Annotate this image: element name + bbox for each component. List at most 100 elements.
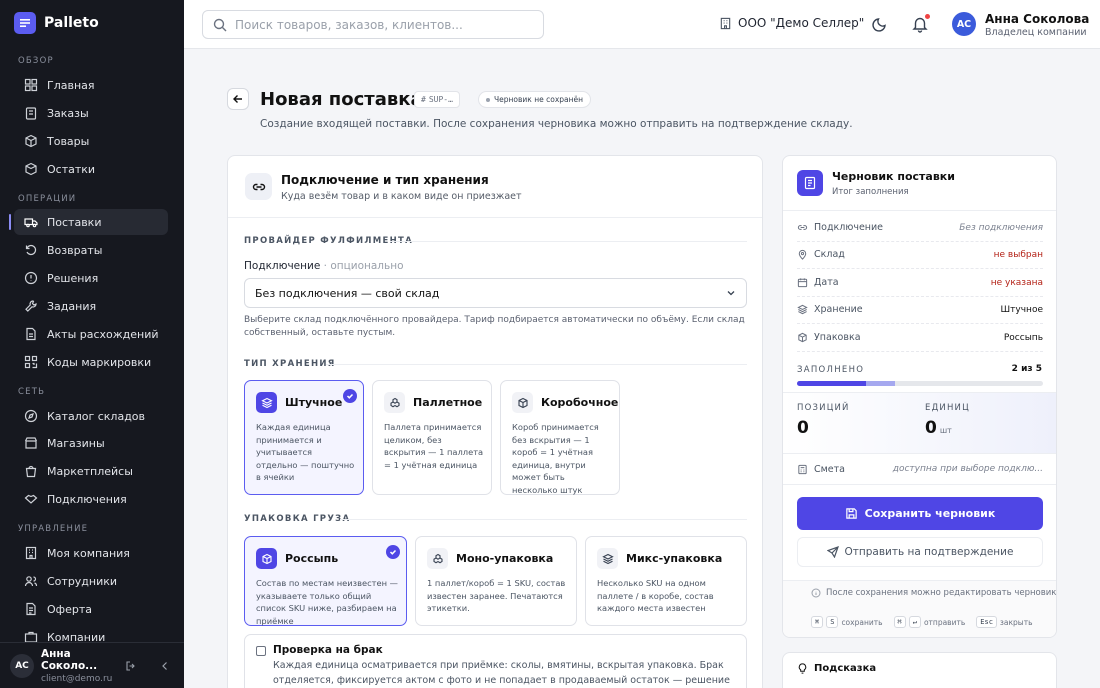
sidebar-item-products[interactable]: Товары — [14, 128, 168, 154]
sidebar-item-stores[interactable]: Магазины — [14, 430, 168, 456]
key-cmd: ⌘ — [811, 616, 824, 628]
positions-label: ПОЗИЦИЙ — [797, 403, 850, 413]
page-subtitle: Создание входящей поставки. После сохран… — [260, 118, 853, 130]
card-subtitle: Куда везём товар и в каком виде он приез… — [281, 191, 522, 202]
package-icon — [25, 162, 37, 176]
sidebar-item-marking-codes[interactable]: Коды маркировки — [14, 349, 168, 375]
divider — [390, 241, 747, 242]
summary-row-warehouse: Склад не выбран — [797, 241, 1043, 269]
summary-row-label: Дата — [814, 277, 839, 288]
brand[interactable]: Palleto — [14, 12, 99, 34]
units-unit: шт — [939, 426, 952, 435]
summary-row-packing: Упаковка Россыпь — [797, 324, 1043, 352]
section-label: УПРАВЛЕНИЕ — [18, 524, 89, 534]
map-pin-icon — [798, 249, 807, 260]
progress-fill-soft — [866, 381, 895, 386]
notifications-button[interactable] — [911, 14, 930, 33]
wrench-icon — [25, 300, 37, 312]
send-label: Отправить на подтверждение — [844, 546, 1014, 558]
send-icon — [826, 546, 839, 558]
send-for-approval-button[interactable]: Отправить на подтверждение — [797, 537, 1043, 567]
sidebar-item-decisions[interactable]: Решения — [14, 265, 168, 291]
avatar[interactable]: AC — [952, 12, 976, 36]
sidebar-item-stock[interactable]: Остатки — [14, 156, 168, 182]
hint-card: Подсказка — [782, 652, 1057, 688]
sidebar-item-discrepancies[interactable]: Акты расхождений — [14, 321, 168, 347]
connection-select[interactable]: Без подключения — свой склад — [244, 278, 747, 308]
calendar-icon — [797, 278, 808, 288]
sidebar-item-marketplaces[interactable]: Маркетплейсы — [14, 458, 168, 484]
divider — [326, 364, 747, 365]
collapse-icon[interactable] — [159, 660, 171, 672]
sidebar-item-label: Задания — [47, 299, 97, 313]
sidebar-item-supplies[interactable]: Поставки — [9, 209, 168, 235]
section-label: ТИП ХРАНЕНИЯ — [244, 359, 336, 369]
logout-icon[interactable] — [125, 660, 137, 672]
supply-code: SUP-… — [428, 95, 453, 104]
units-total: 0 шт — [925, 418, 952, 438]
packing-option-mix[interactable]: Микс-упаковка Несколько SKU на одном пал… — [585, 536, 747, 626]
sidebar-item-returns[interactable]: Возвраты — [14, 237, 168, 263]
clipboard-icon — [25, 107, 37, 120]
search-box — [202, 10, 544, 39]
sidebar-item-offer[interactable]: Оферта — [14, 596, 168, 622]
handshake-icon — [24, 494, 38, 504]
layers-icon — [797, 304, 808, 315]
summary-subtitle: Итог заполнения — [832, 187, 909, 197]
moon-icon[interactable] — [871, 15, 889, 33]
sidebar-item-warehouse-catalog[interactable]: Каталог складов — [14, 403, 168, 429]
sidebar-item-tasks[interactable]: Задания — [14, 293, 168, 319]
progress-fill — [797, 381, 866, 386]
summary-row-storage: Хранение Штучное — [797, 296, 1043, 324]
save-draft-label: Сохранить черновик — [864, 507, 996, 520]
supply-code-badge: # SUP-… — [414, 91, 460, 108]
connection-storage-card: Подключение и тип хранения Куда везём то… — [227, 155, 763, 688]
key-cmd: ⌘ — [893, 616, 906, 628]
status-text: Черновик не сохранён — [494, 95, 584, 104]
shortcut-label: отправить — [923, 617, 966, 627]
check-icon — [343, 389, 357, 403]
user-name[interactable]: Анна Соколова — [985, 12, 1089, 26]
save-draft-button[interactable]: Сохранить черновик — [797, 497, 1043, 530]
sidebar-item-orders[interactable]: Заказы — [14, 100, 168, 126]
quality-check-option[interactable]: Проверка на брак Каждая единица осматрив… — [244, 634, 747, 688]
option-description: Паллета принимается целиком, без вскрыти… — [384, 422, 484, 470]
summary-row-label: Подключение — [814, 222, 884, 233]
save-note: После сохранения можно редактировать чер… — [811, 588, 1056, 598]
storage-option-piece[interactable]: Штучное Каждая единица принимается и учи… — [244, 380, 364, 495]
storage-option-pallet[interactable]: Паллетное Паллета принимается целиком, б… — [372, 380, 492, 495]
connection-label-text: Подключение — [244, 260, 321, 272]
qr-code-icon — [24, 355, 38, 369]
search-input[interactable] — [235, 17, 525, 32]
summary-row-value: Россыпь — [1003, 332, 1043, 343]
connection-optional-text: · опционально — [323, 260, 404, 272]
sidebar-user-email: client@demo.ru — [41, 673, 113, 684]
sidebar-item-label: Моя компания — [47, 546, 130, 560]
receipt-icon — [797, 170, 823, 196]
packing-option-mono[interactable]: Моно-упаковка 1 паллет/короб = 1 SKU, со… — [415, 536, 577, 626]
sidebar-item-connections[interactable]: Подключения — [14, 486, 168, 512]
sidebar-item-label: Магазины — [47, 436, 105, 450]
estimate-value: доступна при выборе подклю... — [892, 464, 1043, 474]
divider — [340, 519, 747, 520]
sidebar-item-my-company[interactable]: Моя компания — [14, 540, 168, 566]
org-switcher[interactable]: ООО "Демо Селлер" — [719, 16, 864, 30]
quality-check-checkbox[interactable] — [256, 646, 266, 656]
calculator-icon — [798, 464, 807, 474]
sidebar-item-employees[interactable]: Сотрудники — [14, 568, 168, 594]
option-title: Россыпь — [285, 552, 339, 565]
back-button[interactable] — [227, 88, 249, 110]
sidebar-item-home[interactable]: Главная — [14, 72, 168, 98]
packing-option-bulk[interactable]: Россыпь Состав по местам неизвестен — ук… — [244, 536, 407, 626]
return-icon — [25, 244, 37, 256]
avatar[interactable]: AC — [10, 653, 34, 678]
sidebar-item-label: Главная — [47, 78, 95, 92]
sidebar-item-label: Подключения — [47, 492, 127, 506]
summary-row-estimate: Смета доступна при выборе подклю... — [797, 455, 1043, 483]
layers-icon — [597, 548, 618, 569]
option-description: Состав по местам неизвестен — указываете… — [256, 578, 398, 626]
storage-option-box[interactable]: Коробочное Короб принимается без вскрыти… — [500, 380, 620, 495]
divider — [783, 484, 1056, 485]
summary-row-date: Дата не указана — [797, 269, 1043, 297]
notification-dot — [925, 14, 930, 19]
